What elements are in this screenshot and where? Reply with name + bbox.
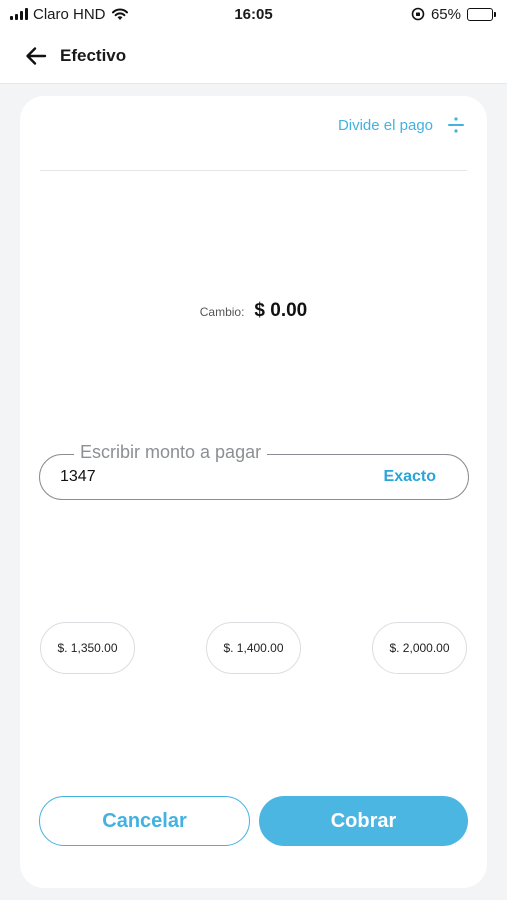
- amount-field: Escribir monto a pagar Exacto: [39, 442, 469, 500]
- orientation-lock-icon: [411, 7, 425, 21]
- wifi-icon: [111, 8, 128, 20]
- amount-field-label: Escribir monto a pagar: [74, 442, 268, 463]
- quick-amount-button[interactable]: $. 1,400.00: [206, 622, 301, 674]
- signal-icon: [10, 8, 28, 20]
- battery-percent: 65%: [430, 5, 461, 23]
- exact-amount-button[interactable]: Exacto: [384, 468, 436, 486]
- divider: [40, 170, 467, 171]
- page-title: Efectivo: [60, 45, 127, 65]
- change-label: Cambio:: [199, 305, 245, 319]
- arrow-left-icon: [26, 46, 47, 65]
- change-value: $ 0.00: [254, 300, 308, 321]
- battery-icon: [467, 7, 496, 21]
- quick-amount-button[interactable]: $. 1,350.00: [40, 622, 135, 674]
- divide-icon: [448, 117, 464, 133]
- top-app-bar: Efectivo: [0, 28, 507, 84]
- split-payment-button[interactable]: Divide el pago: [338, 116, 465, 134]
- cancel-button[interactable]: Cancelar: [39, 796, 250, 846]
- status-bar: Claro HND 16:05 65%: [0, 0, 507, 28]
- change-summary: Cambio: $ 0.00: [20, 300, 487, 322]
- action-buttons: Cancelar Cobrar: [39, 796, 468, 846]
- quick-amounts: $. 1,350.00 $. 1,400.00 $. 2,000.00: [40, 622, 467, 674]
- quick-amount-button[interactable]: $. 2,000.00: [372, 622, 467, 674]
- status-left: Claro HND: [10, 6, 129, 23]
- carrier-name: Claro HND: [33, 5, 106, 23]
- back-button[interactable]: [22, 42, 50, 70]
- status-right: 65%: [411, 5, 496, 23]
- split-payment-label: Divide el pago: [337, 116, 433, 134]
- charge-button[interactable]: Cobrar: [259, 796, 468, 846]
- payment-card: Divide el pago Cambio: $ 0.00 Escribir m…: [20, 96, 487, 888]
- amount-input[interactable]: [60, 468, 280, 486]
